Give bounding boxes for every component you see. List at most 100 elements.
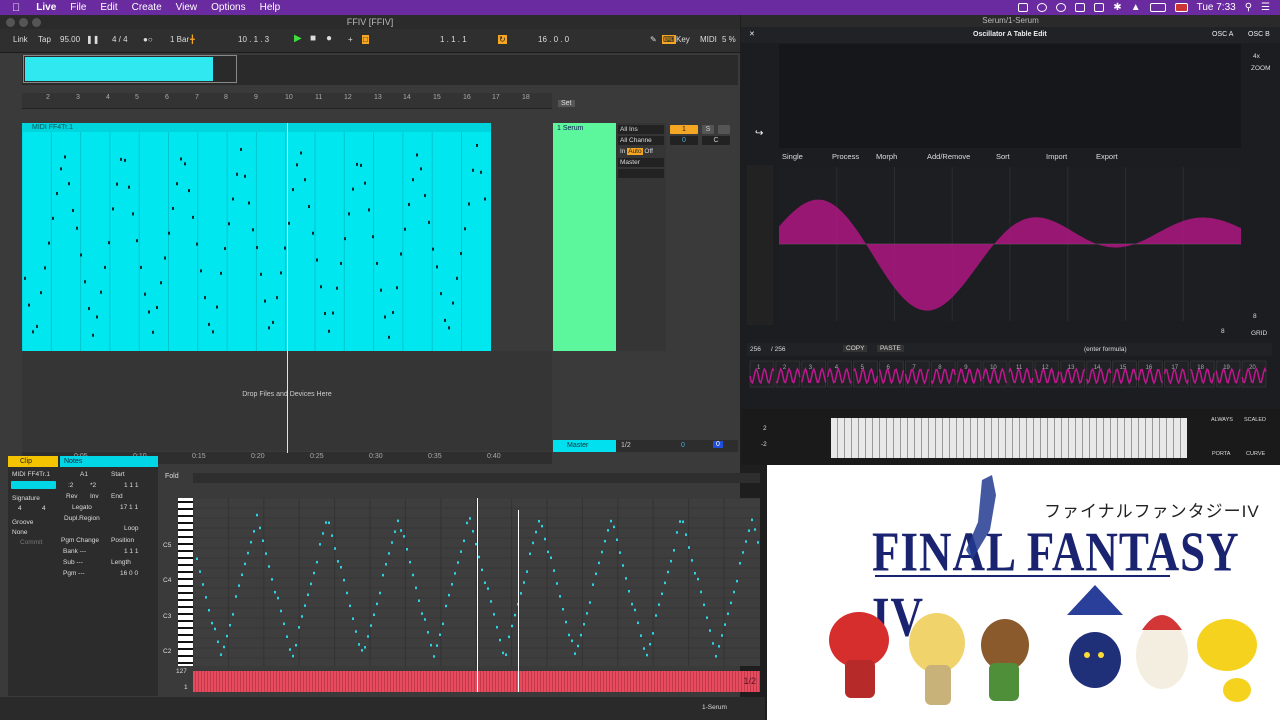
- stop-button[interactable]: ■: [310, 33, 316, 44]
- bank-field[interactable]: Bank ---: [63, 548, 86, 555]
- arrangement-midi-clip[interactable]: MIDI FF4Tr.1: [22, 123, 491, 351]
- formula-input[interactable]: (enter formula): [1084, 346, 1127, 353]
- menu-add-remove[interactable]: Add/Remove: [927, 152, 970, 161]
- zoom-window-button[interactable]: [32, 18, 41, 27]
- status-track-name[interactable]: 1-Serum: [702, 704, 727, 711]
- menu-file[interactable]: File: [70, 2, 86, 13]
- scaled-button[interactable]: SCALED: [1244, 417, 1266, 423]
- notes-tab[interactable]: Notes: [60, 456, 158, 467]
- play-button[interactable]: ▶: [294, 33, 302, 44]
- serum-keyboard[interactable]: [831, 418, 1187, 458]
- halve-button[interactable]: :2: [68, 482, 73, 489]
- tap-button[interactable]: Tap: [38, 35, 51, 44]
- sig-numerator[interactable]: 4: [18, 505, 22, 512]
- search-icon[interactable]: ⚲: [1245, 2, 1252, 13]
- zoom-value[interactable]: 4x: [1253, 53, 1260, 60]
- bluetooth-icon[interactable]: ✱: [1113, 2, 1121, 13]
- pitch-down-field[interactable]: -2: [761, 441, 767, 448]
- legato-button[interactable]: Legato: [72, 504, 92, 511]
- master-volume[interactable]: 0: [681, 442, 685, 449]
- menu-help[interactable]: Help: [260, 2, 281, 13]
- flag-icon[interactable]: [1174, 3, 1188, 12]
- arrangement-position[interactable]: 10 . 1 . 3: [238, 35, 269, 44]
- output-select[interactable]: Master: [618, 158, 664, 167]
- pan-field[interactable]: C: [702, 136, 730, 145]
- minimize-window-button[interactable]: [19, 18, 28, 27]
- end-field[interactable]: 17 1 1: [120, 504, 138, 511]
- wave-shape-tools[interactable]: [747, 165, 773, 325]
- length-field[interactable]: 16 0 0: [120, 570, 138, 577]
- direction-icon[interactable]: ↪: [755, 128, 763, 139]
- side-grid-value[interactable]: 8: [1253, 313, 1257, 320]
- menu-export[interactable]: Export: [1096, 152, 1118, 161]
- commit-button[interactable]: Commit: [20, 539, 42, 546]
- osc-a-button[interactable]: OSC A: [1212, 31, 1233, 38]
- input-type-select[interactable]: All Ins: [618, 125, 664, 134]
- quantize-menu[interactable]: 1 Bar: [170, 35, 189, 44]
- arm-button[interactable]: [718, 125, 730, 134]
- pgm-field[interactable]: Pgm ---: [63, 570, 85, 577]
- invert-button[interactable]: Inv: [90, 493, 99, 500]
- monitor-in[interactable]: In: [620, 148, 625, 155]
- master-cue[interactable]: 0: [713, 441, 723, 448]
- nudge-icon[interactable]: ❚❚: [86, 35, 99, 44]
- follow-icon[interactable]: ╋: [190, 35, 195, 44]
- osc-b-button[interactable]: OSC B: [1248, 31, 1270, 38]
- wifi-icon[interactable]: ▲: [1131, 2, 1141, 13]
- menu-single[interactable]: Single: [782, 152, 803, 161]
- clip-color[interactable]: [11, 481, 56, 489]
- master-track-name[interactable]: Master: [553, 440, 616, 452]
- track-header-serum[interactable]: 1 Serum: [553, 123, 616, 351]
- draw-mode-icon[interactable]: ✎: [650, 35, 657, 44]
- clip-tab[interactable]: Clip: [8, 456, 58, 467]
- clock[interactable]: Tue 7:33: [1197, 2, 1236, 13]
- computer-keyboard-icon[interactable]: ⌨: [662, 35, 676, 44]
- track-activator[interactable]: 1: [670, 125, 698, 134]
- always-button[interactable]: ALWAYS: [1211, 417, 1233, 423]
- clip-name-field[interactable]: MIDI FF4Tr.1: [12, 471, 50, 478]
- menu-list-icon[interactable]: ☰: [1261, 2, 1270, 13]
- paste-button[interactable]: PASTE: [877, 345, 904, 352]
- start-field[interactable]: 1 1 1: [124, 482, 138, 489]
- pianoroll-ruler[interactable]: [193, 473, 760, 483]
- sub-field[interactable]: Sub ---: [63, 559, 83, 566]
- monitor-off[interactable]: Off: [644, 148, 653, 155]
- loop-length-field[interactable]: 16 . 0 . 0: [538, 35, 569, 44]
- piano-keys[interactable]: [178, 498, 193, 666]
- status-icon[interactable]: [1037, 3, 1048, 12]
- close-window-button[interactable]: [6, 18, 15, 27]
- loop-start-field[interactable]: 1 . 1 . 1: [440, 35, 467, 44]
- overdub-icon[interactable]: +: [348, 35, 353, 44]
- battery-icon[interactable]: [1149, 3, 1166, 12]
- apple-icon[interactable]: : [12, 2, 20, 14]
- output-channel-select[interactable]: [618, 169, 664, 178]
- input-channel-select[interactable]: All Channe: [618, 136, 664, 145]
- menu-morph[interactable]: Morph: [876, 152, 897, 161]
- master-fraction[interactable]: 1/2: [621, 442, 631, 449]
- automation-arm-icon[interactable]: □: [362, 35, 369, 44]
- status-icon[interactable]: [1094, 3, 1105, 12]
- metronome-icon[interactable]: ●○: [143, 35, 153, 44]
- frame-strip[interactable]: 1 2 3 4 5 6 7 8 9 10 11 12 13 14 15 16 17 18 19 20: [749, 360, 1267, 388]
- link-button[interactable]: Link: [13, 35, 28, 44]
- copy-button[interactable]: COPY: [843, 345, 868, 352]
- menu-sort[interactable]: Sort: [996, 152, 1010, 161]
- solo-button[interactable]: S: [702, 125, 714, 134]
- beat-ruler[interactable]: 2 3 4 5 6 7 8 9 10 11 12 13 14 15 16 17 …: [22, 93, 552, 109]
- status-icon[interactable]: [1018, 3, 1029, 12]
- double-button[interactable]: *2: [90, 482, 96, 489]
- overview-viewport[interactable]: [23, 55, 237, 83]
- groove-select[interactable]: None: [12, 529, 28, 536]
- menu-process[interactable]: Process: [832, 152, 859, 161]
- signature-field[interactable]: 4 / 4: [112, 35, 128, 44]
- position-field[interactable]: 1 1 1: [124, 548, 138, 555]
- menu-live[interactable]: Live: [36, 2, 56, 13]
- waveform-editor[interactable]: [779, 167, 1241, 321]
- volume-field[interactable]: 0: [670, 136, 698, 145]
- frame-field[interactable]: 256: [750, 346, 761, 353]
- record-button[interactable]: ●: [326, 33, 332, 44]
- dupl-region-button[interactable]: Dupl.Region: [64, 515, 100, 522]
- pitch-up-field[interactable]: 2: [763, 425, 767, 432]
- menu-import[interactable]: Import: [1046, 152, 1067, 161]
- menu-view[interactable]: View: [176, 2, 198, 13]
